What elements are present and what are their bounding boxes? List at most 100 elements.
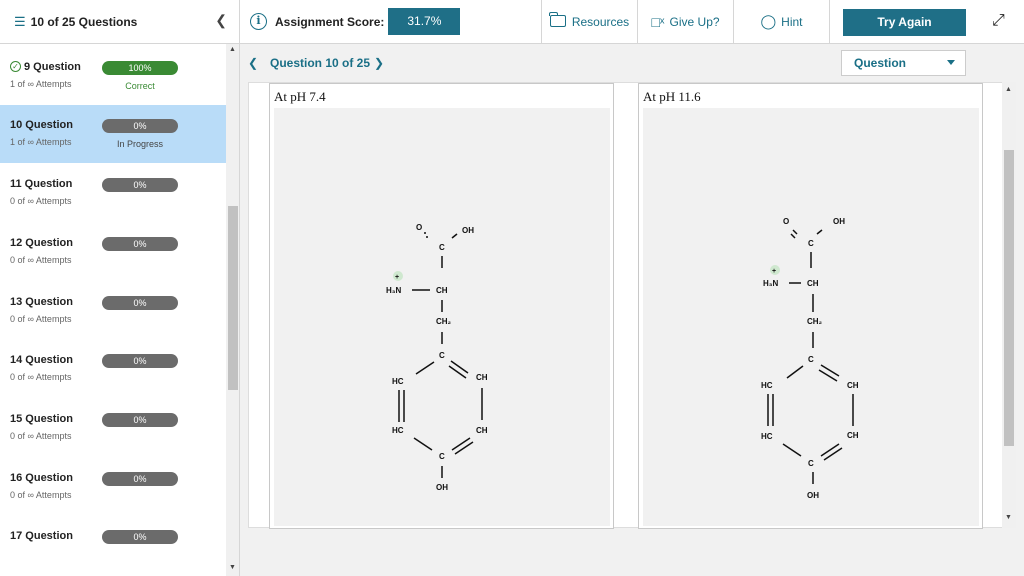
question-count: 10 of 25 Questions [30, 14, 138, 29]
atom-c: C [439, 243, 445, 252]
sidebar-question-item[interactable]: ✓8 Question1 of ∞ Attempts100%Correct [0, 44, 226, 46]
sidebar-question-item[interactable]: 10 Question 1 of ∞ Attempts 0% In Progress [0, 105, 226, 164]
question-attempts: 0 of ∞ Attempts [10, 489, 72, 500]
question-attempts: 0 of ∞ Attempts [10, 430, 72, 441]
question-name: 12 Question [10, 236, 73, 249]
progress-bar: 0% [102, 354, 178, 369]
molecule-canvas[interactable]: O OH C + H₃N CH CH₂ C HC CH HC CH C OH [643, 108, 979, 526]
list-icon: ☰ [14, 13, 26, 29]
atom-c: C [808, 239, 814, 248]
content-scrollbar[interactable]: ▲ ▼ [1002, 82, 1016, 528]
collapse-sidebar-icon[interactable]: ❮ [215, 12, 227, 29]
hint-label: Hint [781, 14, 803, 29]
question-name: 9 Question [24, 60, 81, 73]
expand-icon[interactable]: ⤢ [992, 12, 1005, 30]
resources-button[interactable]: Resources [542, 0, 638, 43]
bond [820, 443, 840, 457]
atom-hc-2: HC [761, 432, 773, 441]
question-attempts: 0 of ∞ Attempts [10, 372, 72, 383]
atom-ch-ring: CH [476, 373, 488, 382]
question-name: 17 Question [10, 530, 73, 543]
bond [790, 233, 796, 239]
sidebar-scrollbar[interactable]: ▲ ▼ [226, 44, 239, 576]
scroll-down-icon[interactable]: ▼ [229, 564, 236, 571]
panel-ph-11-6: At pH 11.6 O OH C + H₃N CH CH₂ C HC CH H… [638, 83, 983, 529]
question-name: 10 Question [10, 119, 73, 132]
progress-bar: 0% [102, 295, 178, 310]
sidebar-question-item[interactable]: 14 Question 0 of ∞ Attempts 0% [0, 340, 226, 398]
question-attempts: 0 of ∞ Attempts [10, 313, 72, 324]
question-status: Correct [125, 80, 155, 91]
hint-button[interactable]: ◯ Hint [734, 0, 830, 43]
bond [451, 437, 471, 451]
sidebar-scroll-thumb[interactable] [228, 206, 238, 390]
question-name: 14 Question [10, 354, 73, 367]
scroll-up-icon[interactable]: ▲ [229, 46, 236, 53]
sidebar-question-item[interactable]: 12 Question 0 of ∞ Attempts 0% [0, 223, 226, 281]
question-attempts: 1 of ∞ Attempts [10, 78, 72, 89]
atom-o: O [416, 223, 422, 232]
chevron-down-icon [947, 60, 955, 65]
atom-hc: HC [761, 381, 773, 390]
sidebar-question-item[interactable]: ✓ 9 Question 1 of ∞ Attempts 100% Correct [0, 47, 226, 105]
question-name: 11 Question [10, 178, 73, 191]
bond [792, 229, 798, 235]
atom-h3n: H₃N [386, 286, 401, 295]
atom-hc: HC [392, 377, 404, 386]
folder-icon [549, 11, 566, 27]
atom-oh: OH [833, 217, 845, 226]
scroll-down-icon[interactable]: ▼ [1005, 514, 1012, 521]
bond [786, 365, 804, 379]
sidebar-question-item[interactable]: 13 Question 0 of ∞ Attempts 0% [0, 282, 226, 340]
assignment-score: i Assignment Score: 31.7% [240, 0, 542, 43]
atom-c-ring: C [808, 355, 814, 364]
atom-c-bottom: C [439, 452, 445, 461]
question-content: At pH 7.4 O OH C + H₃N CH CH₂ C HC CH HC… [248, 82, 1016, 529]
try-again-button[interactable]: Try Again [843, 9, 966, 36]
lightbulb-icon: ◯ [760, 13, 777, 29]
prev-question-icon[interactable]: ❮ [248, 56, 258, 70]
atom-ch2: CH₂ [807, 317, 823, 326]
sidebar-question-item[interactable]: 11 Question 0 of ∞ Attempts 0% [0, 164, 226, 222]
panel-title: At pH 11.6 [643, 89, 701, 104]
atom-oh-bottom: OH [436, 483, 448, 492]
atom-oh-bottom: OH [807, 491, 819, 500]
question-nav: ❮ Question 10 of 25 ❯ Question [240, 44, 1024, 82]
next-question-icon[interactable]: ❯ [374, 56, 384, 70]
panel-title: At pH 7.4 [274, 89, 326, 104]
score-value: 31.7% [388, 8, 461, 35]
atom-c-ring: C [439, 351, 445, 360]
sidebar-question-item[interactable]: 15 Question 0 of ∞ Attempts 0% [0, 399, 226, 457]
question-nav-label: Question 10 of 25 [270, 56, 371, 70]
progress-bar: 0% [102, 236, 178, 251]
progress-bar: 0% [102, 178, 178, 193]
progress-bar: 0% [102, 471, 178, 486]
question-name: 13 Question [10, 295, 73, 308]
scroll-up-icon[interactable]: ▲ [1005, 86, 1012, 93]
give-up-icon: □ˣ [651, 13, 665, 30]
atom-ch-ring: CH [847, 381, 859, 390]
bond [448, 365, 467, 379]
structure-ph-11-6: O OH C + H₃N CH CH₂ C HC CH HC CH C OH [761, 217, 859, 500]
info-icon[interactable]: i [250, 13, 267, 30]
question-select[interactable]: Question [841, 50, 966, 76]
question-list-header[interactable]: ☰ 10 of 25 Questions ❮ [0, 0, 240, 43]
progress-bar: 0% [102, 412, 178, 427]
atom-ch-ring-2: CH [847, 431, 859, 440]
question-name: 15 Question [10, 412, 73, 425]
content-scroll-thumb[interactable] [1004, 150, 1014, 446]
question-name: 16 Question [10, 471, 73, 484]
progress-bar: 100% [102, 60, 178, 75]
question-sidebar: ✓8 Question1 of ∞ Attempts100%Correct✓9 … [0, 44, 240, 576]
sidebar-question-item[interactable]: 16 Question 0 of ∞ Attempts 0% [0, 458, 226, 516]
give-up-label: Give Up? [669, 14, 720, 29]
score-label: Assignment Score: [275, 14, 385, 29]
question-attempts: 1 of ∞ Attempts [10, 137, 72, 148]
molecule-canvas[interactable]: O OH C + H₃N CH CH₂ C HC CH HC CH C OH [274, 108, 610, 526]
give-up-button[interactable]: □ˣ Give Up? [638, 0, 734, 43]
atom-c-bottom: C [808, 459, 814, 468]
sidebar-question-item[interactable]: 17 Question 0% [0, 516, 226, 574]
bond [451, 233, 458, 239]
top-bar: ☰ 10 of 25 Questions ❮ i Assignment Scor… [0, 0, 1024, 44]
question-attempts: 0 of ∞ Attempts [10, 196, 72, 207]
